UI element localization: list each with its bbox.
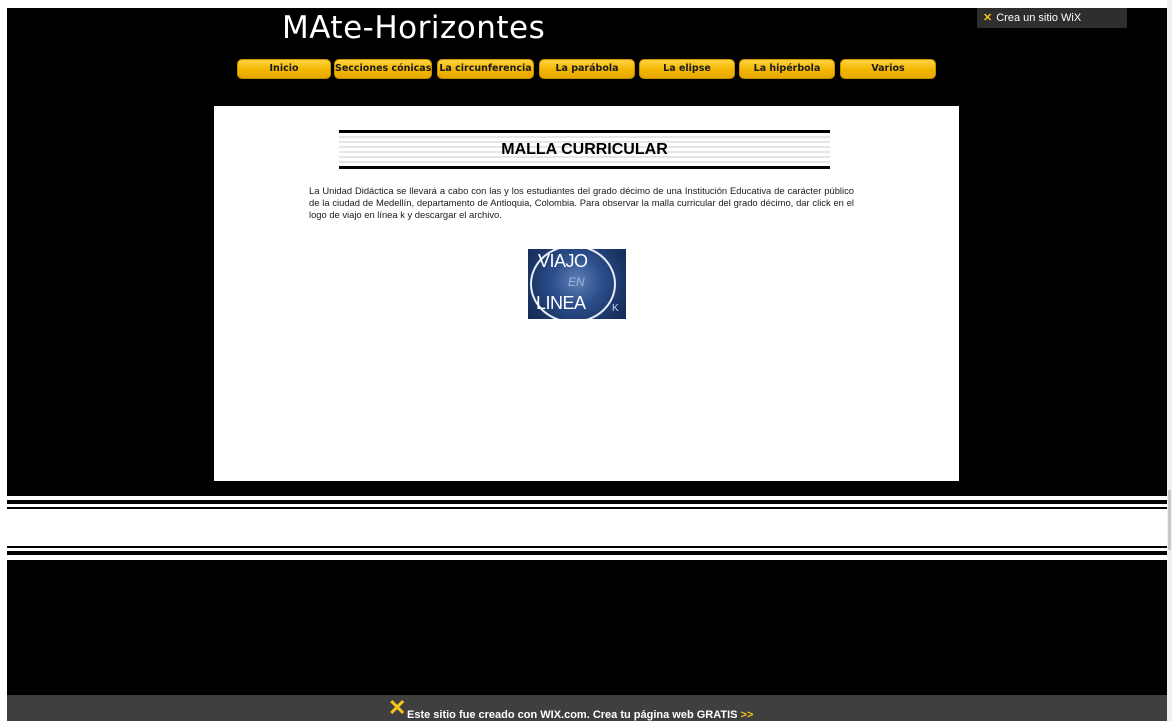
nav-la-elipse[interactable]: La elipse [639,59,735,79]
footer-text: Este sitio fue creado con WIX.com. Crea … [407,709,753,721]
divider-band [7,496,1167,558]
nav-varios[interactable]: Varios [840,59,936,79]
footer-message: Este sitio fue creado con WIX.com. Crea … [407,709,738,721]
nav-la-circunferencia[interactable]: La circunferencia [437,59,534,79]
site-title: MAte-Horizontes [282,10,546,46]
scrollbar-thumb[interactable] [1168,490,1171,550]
nav-la-hiperbola[interactable]: La hipérbola [739,59,835,79]
nav-secciones-conicas[interactable]: Secciones cónicas [334,59,432,79]
divider-line [7,551,1167,555]
heading-box: MALLA CURRICULAR [339,130,830,169]
divider-line [7,546,1167,548]
divider-line [7,507,1167,509]
wix-x-icon: ✕ [388,695,407,720]
logo-text-k: K [612,303,619,314]
logo-text-viajo: VIAJO [538,251,588,271]
footer-arrows: >> [740,709,754,721]
nav-la-parabola[interactable]: La parábola [539,59,635,79]
intro-paragraph: La Unidad Didáctica se llevará a cabo co… [309,185,854,220]
viajo-en-linea-logo-link[interactable]: VIAJO EN LINEA K [528,249,626,319]
wix-footer-bar[interactable]: ✕ Este sitio fue creado con WIX.com. Cre… [7,695,1167,721]
nav-inicio[interactable]: Inicio [237,59,331,79]
lower-black-area [7,560,1167,695]
content-panel: MALLA CURRICULAR La Unidad Didáctica se … [214,106,959,481]
divider-line [7,500,1167,504]
wix-promo-link[interactable]: ✕ Crea un sitio WiX [977,8,1127,28]
page-heading: MALLA CURRICULAR [501,141,668,158]
logo-text-en: EN [568,275,585,289]
logo-text-linea: LINEA [536,293,586,313]
scrollbar-track[interactable] [1167,0,1172,721]
wix-x-icon: ✕ [983,12,993,24]
wix-promo-label: Crea un sitio WiX [996,12,1082,24]
